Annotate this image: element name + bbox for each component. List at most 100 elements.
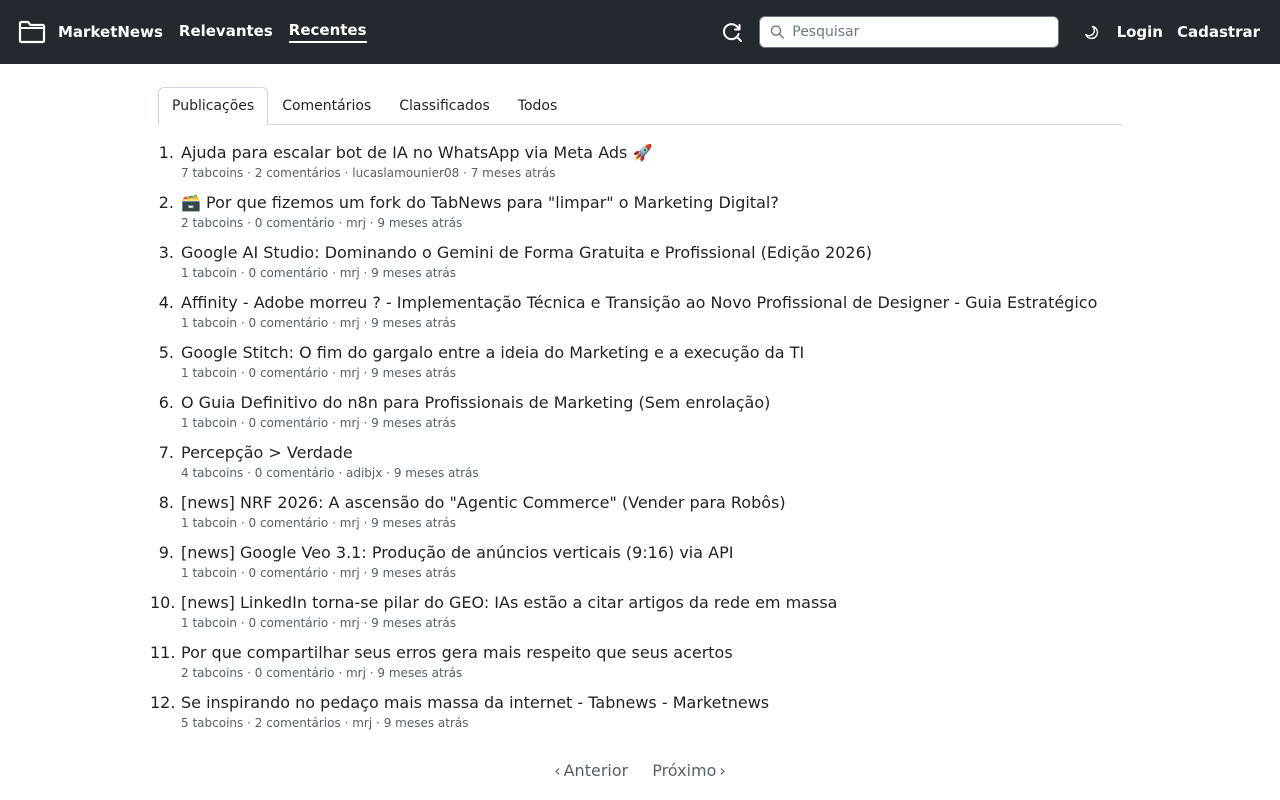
post-author[interactable]: mrj	[346, 666, 366, 680]
tab-todos[interactable]: Todos	[504, 87, 571, 124]
nav-relevantes[interactable]: Relevantes	[179, 22, 273, 42]
prev-page-button[interactable]: ‹ Anterior	[551, 761, 628, 780]
item-number: 5.	[158, 343, 174, 362]
meta-separator: ·	[386, 466, 390, 480]
item-number: 7.	[158, 443, 174, 462]
meta-separator: ·	[332, 366, 336, 380]
post-tabcoins: 1 tabcoin	[181, 616, 238, 630]
meta-separator: ·	[332, 416, 336, 430]
item-number: 1.	[158, 143, 174, 162]
post-tabcoins: 1 tabcoin	[181, 366, 238, 380]
post-author[interactable]: mrj	[340, 316, 360, 330]
post-title-link[interactable]: O Guia Definitivo do n8n para Profission…	[181, 391, 1130, 415]
meta-separator: ·	[369, 666, 374, 680]
post-title-link[interactable]: Se inspirando no pedaço mais massa da in…	[181, 691, 1130, 715]
post-meta: 1 tabcoin · 0 comentário · mrj · 9 meses…	[181, 365, 1130, 381]
post-meta: 2 tabcoins · 0 comentário · mrj · 9 mese…	[181, 215, 1130, 231]
post-comments: 0 comentário	[248, 616, 329, 630]
post-title-link[interactable]: Percepção > Verdade	[181, 441, 1130, 465]
post-comments: 0 comentário	[248, 416, 329, 430]
meta-separator: ·	[376, 716, 380, 730]
post-title-link[interactable]: [news] Google Veo 3.1: Produção de anúnc…	[181, 541, 1130, 565]
folder-logo-icon	[18, 20, 46, 44]
list-item: 2. 🗃️ Por que fizemos um fork do TabNews …	[150, 191, 1130, 241]
meta-separator: ·	[344, 716, 349, 730]
meta-separator: ·	[240, 616, 245, 630]
post-title-link[interactable]: Ajuda para escalar bot de IA no WhatsApp…	[181, 141, 1130, 165]
login-link[interactable]: Login	[1117, 23, 1163, 41]
logo-link[interactable]	[18, 20, 46, 44]
post-comments: 0 comentário	[248, 566, 329, 580]
item-content: Google Stitch: O fim do gargalo entre a …	[181, 341, 1130, 391]
list-item: 10. [news] LinkedIn torna-se pilar do GEO…	[150, 591, 1130, 641]
post-meta: 1 tabcoin · 0 comentário · mrj · 9 meses…	[181, 315, 1130, 331]
item-content: Percepção > Verdade 4 tabcoins · 0 coment…	[181, 441, 1130, 491]
refresh-search-icon	[722, 23, 742, 42]
item-number: 6.	[158, 393, 174, 412]
post-meta: 4 tabcoins · 0 comentário · adibjx · 9 m…	[181, 465, 1130, 481]
post-title-link[interactable]: [news] NRF 2026: A ascensão do "Agentic …	[181, 491, 1130, 515]
signup-link[interactable]: Cadastrar	[1177, 23, 1260, 41]
post-title-link[interactable]: 🗃️ Por que fizemos um fork do TabNews pa…	[181, 191, 1130, 215]
meta-separator: ·	[240, 266, 245, 280]
meta-separator: ·	[332, 266, 336, 280]
post-author[interactable]: mrj	[340, 516, 360, 530]
search-box[interactable]	[758, 16, 1059, 48]
item-number: 4.	[158, 293, 174, 312]
post-author[interactable]: lucaslamounier08	[352, 166, 459, 180]
theme-toggle-button[interactable]	[1083, 24, 1099, 40]
brand-name[interactable]: MarketNews	[58, 23, 163, 41]
post-comments: 0 comentário	[254, 666, 335, 680]
next-page-label: Próximo	[652, 760, 717, 780]
post-time: 9 meses atrás	[371, 616, 456, 630]
list-item: 4. Affinity - Adobe morreu ? - Implementa…	[150, 291, 1130, 341]
post-author[interactable]: mrj	[340, 566, 360, 580]
post-title-link[interactable]: Google AI Studio: Dominando o Gemini de …	[181, 241, 1130, 265]
refresh-search-button[interactable]	[721, 21, 743, 43]
tab-classificados[interactable]: Classificados	[385, 87, 504, 124]
post-title-link[interactable]: Google Stitch: O fim do gargalo entre a …	[181, 341, 1130, 365]
nav-recentes[interactable]: Recentes	[288, 21, 367, 43]
tab-comentarios[interactable]: Comentários	[268, 87, 385, 124]
meta-separator: ·	[247, 716, 251, 730]
post-author[interactable]: mrj	[346, 216, 366, 230]
post-author[interactable]: mrj	[340, 416, 360, 430]
search-input[interactable]	[792, 24, 1048, 40]
meta-separator: ·	[338, 666, 343, 680]
meta-separator: ·	[247, 466, 251, 480]
post-title-link[interactable]: Por que compartilhar seus erros gera mai…	[181, 641, 1130, 665]
post-author[interactable]: mrj	[352, 716, 372, 730]
item-content: Por que compartilhar seus erros gera mai…	[181, 641, 1130, 691]
item-number: 9.	[158, 543, 174, 562]
list-item: 5. Google Stitch: O fim do gargalo entre …	[150, 341, 1130, 391]
meta-separator: ·	[332, 616, 336, 630]
post-author[interactable]: adibjx	[346, 466, 382, 480]
post-meta: 1 tabcoin · 0 comentário · mrj · 9 meses…	[181, 615, 1130, 631]
post-time: 9 meses atrás	[371, 516, 456, 530]
moon-icon	[1084, 25, 1098, 40]
post-meta: 2 tabcoins · 0 comentário · mrj · 9 mese…	[181, 665, 1130, 681]
tab-publicacoes[interactable]: Publicações	[158, 87, 269, 125]
meta-separator: ·	[363, 366, 368, 380]
pagination: ‹ Anterior Próximo ›	[0, 756, 1280, 784]
post-title-link[interactable]: [news] LinkedIn torna-se pilar do GEO: I…	[181, 591, 1130, 615]
item-content: 🗃️ Por que fizemos um fork do TabNews pa…	[181, 191, 1130, 241]
item-content: O Guia Definitivo do n8n para Profission…	[181, 391, 1130, 441]
meta-separator: ·	[369, 216, 374, 230]
list-item: 6. O Guia Definitivo do n8n para Profissi…	[150, 391, 1130, 441]
post-tabcoins: 1 tabcoin	[181, 266, 238, 280]
post-author[interactable]: mrj	[340, 266, 360, 280]
post-comments: 0 comentário	[248, 366, 329, 380]
post-time: 7 meses atrás	[470, 166, 556, 180]
post-meta: 1 tabcoin · 0 comentário · mrj · 9 meses…	[181, 515, 1130, 531]
post-tabcoins: 1 tabcoin	[181, 416, 238, 430]
post-author[interactable]: mrj	[340, 616, 360, 630]
post-title-link[interactable]: Affinity - Adobe morreu ? - Implementaçã…	[181, 291, 1130, 315]
post-time: 9 meses atrás	[371, 416, 456, 430]
post-author[interactable]: mrj	[340, 366, 360, 380]
next-page-button[interactable]: Próximo ›	[652, 761, 729, 780]
post-time: 9 meses atrás	[383, 716, 469, 730]
chevron-left-icon: ‹	[554, 760, 561, 780]
item-number: 2.	[158, 193, 174, 212]
meta-separator: ·	[240, 366, 245, 380]
